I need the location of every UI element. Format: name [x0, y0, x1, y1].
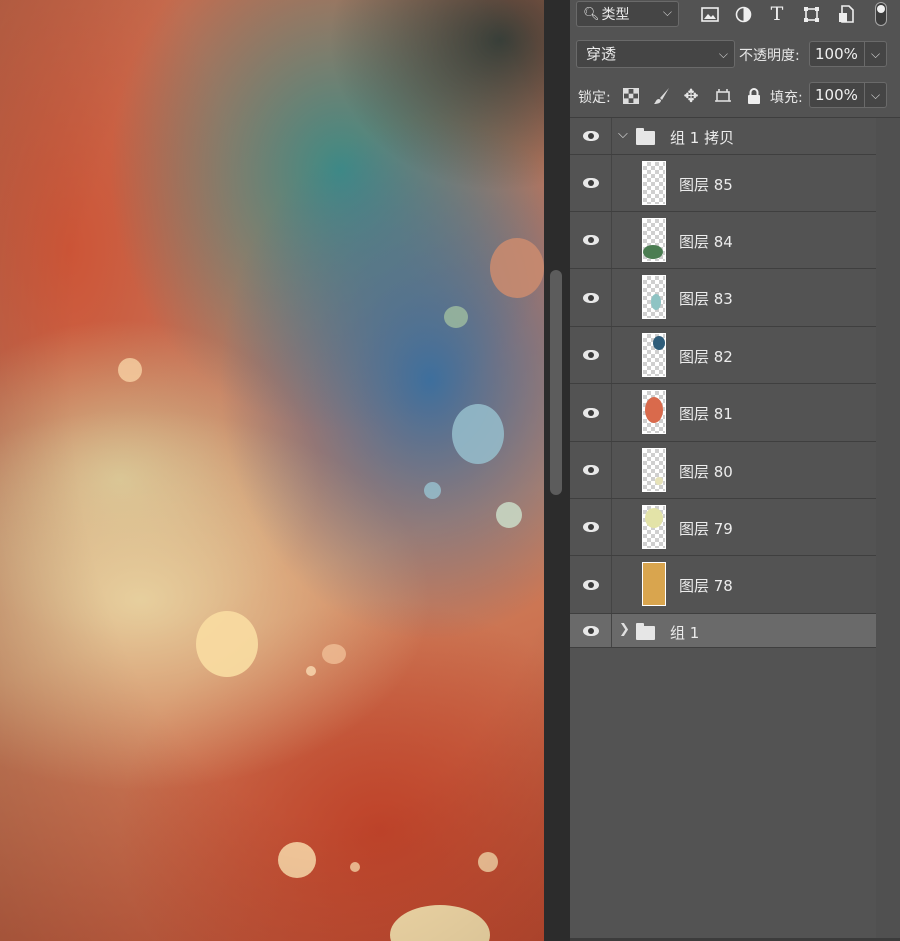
lock-transparent-pixels-icon[interactable]: [620, 85, 642, 107]
layer-row[interactable]: 图层 82: [570, 327, 876, 384]
layer-thumbnail: [642, 390, 666, 434]
lock-artboard-icon[interactable]: [712, 85, 734, 107]
visibility-toggle[interactable]: [570, 118, 612, 154]
visibility-toggle[interactable]: [570, 269, 612, 326]
visibility-toggle[interactable]: [570, 499, 612, 555]
layer-name: 图层 79: [679, 520, 733, 538]
layer-thumbnail: [642, 161, 666, 205]
layers-panel: 🔍︎ 类型 ⌵ T 穿透 ⌵ 不透明度: 100% ⌵ 锁定: ✥ 填充: 10…: [570, 0, 900, 941]
layer-row[interactable]: 图层 81: [570, 384, 876, 442]
lock-image-pixels-icon[interactable]: [651, 85, 673, 107]
lock-all-icon[interactable]: [743, 85, 765, 107]
folder-icon: [636, 623, 655, 640]
layer-name: 图层 82: [679, 348, 733, 366]
visibility-toggle[interactable]: [570, 212, 612, 268]
visibility-toggle[interactable]: [570, 155, 612, 211]
layer-thumbnail: [642, 505, 666, 549]
blend-mode-select[interactable]: 穿透 ⌵: [576, 40, 735, 68]
layer-name: 图层 80: [679, 463, 733, 481]
layer-row[interactable]: 图层 80: [570, 442, 876, 499]
adjustment-filter-icon[interactable]: [732, 2, 754, 26]
filter-kind-select[interactable]: 🔍︎ 类型 ⌵: [576, 1, 679, 27]
shape-filter-icon[interactable]: [800, 2, 822, 26]
visibility-toggle[interactable]: [570, 614, 612, 647]
eye-icon: [582, 407, 599, 418]
layer-group-row-selected[interactable]: ❯ 组 1: [570, 614, 876, 648]
layer-filter-row: 🔍︎ 类型 ⌵ T: [570, 0, 900, 32]
visibility-toggle[interactable]: [570, 327, 612, 383]
eye-icon: [582, 131, 599, 141]
visibility-toggle[interactable]: [570, 442, 612, 498]
layer-thumbnail: [642, 562, 666, 606]
smart-object-filter-icon[interactable]: [835, 2, 857, 26]
fill-input[interactable]: 100%: [809, 82, 865, 108]
eye-icon: [582, 625, 599, 636]
fill-dropdown-chevron-icon[interactable]: ⌵: [865, 82, 887, 108]
chevron-right-icon[interactable]: ❯: [619, 622, 630, 637]
blend-mode-value: 穿透: [586, 45, 617, 63]
layer-name: 组 1: [670, 624, 700, 642]
layer-row[interactable]: 图层 83: [570, 269, 876, 327]
search-icon: 🔍︎: [583, 6, 600, 22]
layer-name: 图层 85: [679, 176, 733, 194]
canvas-scrollbar-thumb[interactable]: [550, 270, 562, 495]
lock-label: 锁定:: [578, 90, 611, 106]
opacity-input[interactable]: 100%: [809, 41, 865, 67]
layer-thumbnail: [642, 448, 666, 492]
layer-thumbnail: [642, 333, 666, 377]
fill-label: 填充:: [770, 90, 803, 106]
type-filter-icon[interactable]: T: [766, 2, 788, 26]
visibility-toggle[interactable]: [570, 556, 612, 613]
image-filter-icon[interactable]: [699, 2, 721, 26]
document-canvas[interactable]: [0, 0, 544, 941]
layer-name: 图层 83: [679, 290, 733, 308]
filter-toggle-switch[interactable]: [875, 2, 887, 26]
eye-icon: [582, 579, 599, 590]
panel-scrollbar-track[interactable]: [876, 118, 900, 941]
canvas-vignette: [0, 0, 544, 941]
layer-name: 组 1 拷贝: [670, 129, 735, 147]
eye-icon: [582, 178, 599, 188]
layer-row[interactable]: 图层 84: [570, 212, 876, 269]
blend-mode-row: 穿透 ⌵ 不透明度: 100%: [570, 40, 900, 70]
layer-thumbnail: [642, 275, 666, 319]
layer-name: 图层 84: [679, 233, 733, 251]
folder-icon: [636, 128, 655, 145]
chevron-down-icon: ⌵: [662, 5, 672, 19]
chevron-down-icon[interactable]: ⌵: [618, 127, 628, 142]
layer-name: 图层 78: [679, 577, 733, 595]
layer-row[interactable]: 图层 78: [570, 556, 876, 614]
visibility-toggle[interactable]: [570, 384, 612, 441]
chevron-down-icon: ⌵: [718, 47, 728, 61]
layer-row[interactable]: 图层 85: [570, 155, 876, 212]
layer-group-row[interactable]: ⌵ 组 1 拷贝: [570, 118, 876, 155]
eye-icon: [582, 465, 599, 475]
opacity-label: 不透明度:: [739, 48, 800, 64]
layer-row[interactable]: 图层 79: [570, 499, 876, 556]
lock-position-icon[interactable]: ✥: [680, 85, 702, 107]
eye-icon: [582, 522, 599, 532]
opacity-dropdown-chevron-icon[interactable]: ⌵: [865, 41, 887, 67]
layer-name: 图层 81: [679, 405, 733, 423]
layer-thumbnail: [642, 218, 666, 262]
eye-icon: [582, 235, 599, 245]
eye-icon: [582, 350, 599, 360]
eye-icon: [582, 292, 599, 303]
filter-kind-label: 类型: [601, 7, 630, 23]
